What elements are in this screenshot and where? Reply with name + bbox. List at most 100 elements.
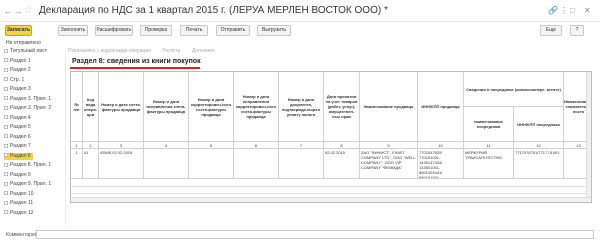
comment-input[interactable]: [36, 230, 594, 239]
sidebar-item[interactable]: Раздел 3: [4, 86, 31, 93]
checkbox-icon[interactable]: [4, 67, 8, 72]
sidebar-item[interactable]: Раздел 12: [4, 210, 33, 217]
checkbox-icon[interactable]: [4, 200, 8, 205]
row-corr-fix-cell[interactable]: [234, 149, 279, 179]
sidebar-item[interactable]: Раздел 3. Прил. 1: [4, 96, 51, 103]
checkbox-icon[interactable]: [4, 105, 8, 110]
link-icon[interactable]: 🔗: [548, 7, 558, 15]
sidebar-item-label: Раздел 9. Прил. 1: [10, 181, 52, 187]
print-button[interactable]: Печать: [180, 25, 208, 36]
header-seller-inn: ИНН/КПП продавца: [418, 72, 464, 142]
header-corr-fix: Номер и дата исправления корректировоч-н…: [234, 72, 279, 142]
checkbox-icon[interactable]: [4, 162, 8, 167]
sidebar-item[interactable]: Раздел 1: [4, 58, 31, 65]
sidebar-item[interactable]: Раздел 8: [4, 152, 33, 160]
checkbox-icon[interactable]: [4, 134, 8, 139]
header-invoice: Номер и дата счета-фактуры продавца: [99, 72, 144, 142]
row-agent-name-cell[interactable]: МЕРКУРИЙ ТРАНСАГЕНТСТВО: [464, 149, 514, 179]
sidebar-item[interactable]: Раздел 9. Прил. 1: [4, 181, 51, 188]
header-agent: Сведения о посреднике (комиссионере, аге…: [464, 72, 564, 107]
col-number: 12: [514, 142, 564, 149]
col-number: 6: [234, 142, 279, 149]
decode-button[interactable]: Расшифровать: [95, 25, 133, 36]
sidebar-item[interactable]: Раздел 3. Прил. 2: [4, 105, 51, 112]
option-show-code[interactable]: Показывать с кодом вида операции: [68, 48, 151, 54]
comment-row: Комментарий:: [4, 230, 594, 239]
checkbox-icon[interactable]: [4, 58, 8, 63]
header-agent-inn: ИНН/КПП посредника: [514, 107, 564, 142]
forward-arrow-icon[interactable]: →: [13, 6, 23, 16]
save-button[interactable]: Записать: [5, 25, 32, 36]
row-invoice-fix-cell[interactable]: [144, 149, 189, 179]
maximize-icon[interactable]: □: [570, 7, 575, 15]
checkbox-icon[interactable]: [4, 115, 8, 120]
sidebar-item-label: Раздел 12: [10, 209, 34, 216]
checkbox-icon[interactable]: [4, 124, 8, 129]
col-number: 11: [464, 142, 514, 149]
sidebar-item-label: Раздел 8: [10, 152, 31, 159]
sidebar-item[interactable]: Раздел 11: [4, 200, 33, 207]
favorite-star-icon[interactable]: ☆: [24, 5, 33, 16]
row-corr-invoice-cell[interactable]: [189, 149, 234, 179]
toolbar: Записать Заполнить Расшифровать Проверка…: [0, 25, 600, 37]
sidebar-item[interactable]: Раздел 10: [4, 191, 33, 198]
col-number: 10: [418, 142, 464, 149]
row-agent-inn-cell[interactable]: 7717076751/7717 01001: [514, 149, 564, 179]
sidebar-item-label: Раздел 4: [10, 114, 31, 121]
sidebar-item-label: Раздел 3: [10, 86, 31, 92]
fill-button[interactable]: Заполнить: [58, 25, 88, 36]
checkbox-icon[interactable]: [4, 191, 8, 196]
option-additional[interactable]: Дополнен: [192, 48, 215, 54]
checkbox-icon[interactable]: [4, 210, 8, 215]
vertical-scrollbar[interactable]: [586, 72, 591, 202]
sidebar-item[interactable]: Раздел 2: [4, 67, 31, 74]
close-icon[interactable]: ✕: [584, 7, 591, 15]
checkbox-icon[interactable]: [4, 181, 8, 186]
checkbox-icon[interactable]: [4, 77, 8, 82]
back-arrow-icon[interactable]: ←: [3, 6, 13, 16]
row-seller-inn-cell[interactable]: 7702047920/ 770201001, 1435147434/ 14350…: [418, 149, 464, 179]
sidebar-item-label: Раздел 5: [10, 124, 31, 130]
send-button[interactable]: Отправить: [216, 25, 250, 36]
horizontal-scrollbar[interactable]: [71, 197, 591, 202]
sidebar-item-label: Раздел 6: [10, 133, 31, 140]
row-payment-doc-cell[interactable]: [279, 149, 324, 179]
sidebar-item[interactable]: Раздел 5: [4, 124, 31, 131]
sections-sidebar: Титульный лист Раздел 1 Раздел 2 Стр. 1 Разд…: [4, 48, 66, 226]
checkbox-icon[interactable]: [4, 172, 8, 177]
more-button[interactable]: Еще: [540, 25, 562, 36]
header-agent-name: наименование посредника: [464, 107, 514, 142]
checkbox-icon[interactable]: [4, 143, 8, 148]
upload-button[interactable]: Выгрузить: [257, 25, 291, 36]
sidebar-item[interactable]: Раздел 4: [4, 115, 31, 122]
checkbox-icon[interactable]: [4, 96, 8, 101]
row-seller-name-cell[interactable]: ЗАО "ФИНИСТ", FINIST COMPANY LTD", ООО "…: [360, 149, 418, 179]
header-seller-name: Наименование продавца: [360, 72, 418, 142]
sidebar-item[interactable]: Раздел 8. Прил. 1: [4, 162, 51, 169]
sidebar-item-label: Раздел 8. Прил. 1: [10, 162, 52, 168]
sidebar-item[interactable]: Раздел 6: [4, 134, 31, 141]
sidebar-item-label: Титульный лист: [10, 48, 47, 54]
help-button[interactable]: ?: [570, 25, 584, 36]
col-number: 4: [144, 142, 189, 149]
sidebar-item[interactable]: Раздел 7: [4, 143, 31, 150]
sidebar-item[interactable]: Стр. 1: [4, 77, 24, 84]
sidebar-item[interactable]: Титульный лист: [4, 48, 47, 55]
checkbox-icon[interactable]: [4, 48, 8, 53]
title-bar: ← → ☆ Декларация по НДС за 1 квартал 201…: [0, 0, 600, 22]
row-accept-date-cell[interactable]: 02.02.2015: [324, 149, 360, 179]
header-payment-doc: Номер и дата документа, подтвержда-ющего…: [279, 72, 324, 142]
row-op-code-cell[interactable]: 01: [83, 149, 99, 179]
option-register[interactable]: Регистр: [162, 48, 180, 54]
sidebar-item[interactable]: Раздел 9: [4, 172, 31, 179]
checkbox-icon[interactable]: [4, 86, 8, 91]
check-button[interactable]: Проверка: [140, 25, 172, 36]
comment-label: Комментарий:: [6, 232, 39, 238]
sidebar-item-label: Раздел 11: [10, 200, 34, 206]
more-icon[interactable]: ⋮: [560, 7, 568, 15]
row-num-cell[interactable]: 1: [71, 149, 83, 179]
row-invoice-cell[interactable]: 43545 02.02.2015: [99, 149, 144, 179]
sidebar-item-label: Раздел 2: [10, 67, 31, 73]
empty-row-divider: [71, 186, 591, 187]
checkbox-icon[interactable]: [4, 153, 8, 158]
